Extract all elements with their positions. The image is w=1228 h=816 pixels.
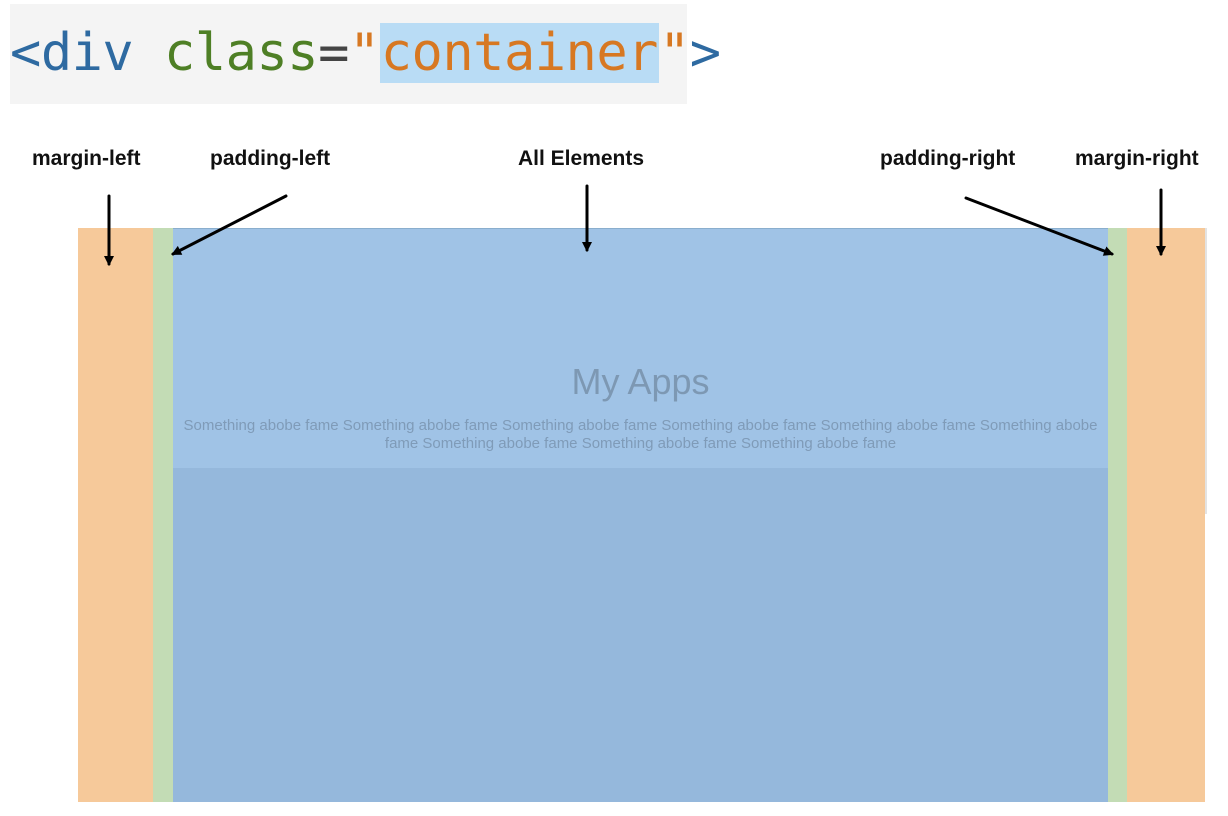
hero-title: My Apps [571, 361, 710, 402]
code-close-angle: > [689, 23, 721, 83]
code-open-angle: < [10, 23, 41, 83]
label-margin-left: margin-left [32, 147, 141, 170]
scrollbar-edge [1205, 228, 1207, 514]
code-attribute-name: class [164, 23, 319, 83]
content-region: My Apps Something abobe fame Something a… [173, 228, 1108, 802]
label-padding-right: padding-right [880, 147, 1016, 170]
box-model-diagram: My Apps Something abobe fame Something a… [78, 228, 1205, 802]
margin-right-region [1127, 228, 1205, 802]
hero-section: My Apps Something abobe fame Something a… [173, 228, 1108, 468]
label-padding-left: padding-left [210, 147, 331, 170]
code-tag-name: div [40, 23, 134, 83]
padding-right-region [1108, 228, 1127, 802]
code-quote-close: " [658, 23, 690, 83]
label-margin-right: margin-right [1075, 147, 1199, 170]
code-attribute-value: container [379, 23, 659, 83]
code-quote-open: " [348, 23, 380, 83]
code-snippet: <div class="container"> [10, 4, 721, 104]
code-equals: = [318, 23, 349, 83]
code-line: <div class="container"> [10, 17, 721, 89]
label-all-elements: All Elements [518, 147, 645, 170]
padding-left-region [153, 228, 173, 802]
margin-left-region [78, 228, 153, 802]
hero-text: Something abobe fame Something abobe fam… [183, 417, 1098, 452]
